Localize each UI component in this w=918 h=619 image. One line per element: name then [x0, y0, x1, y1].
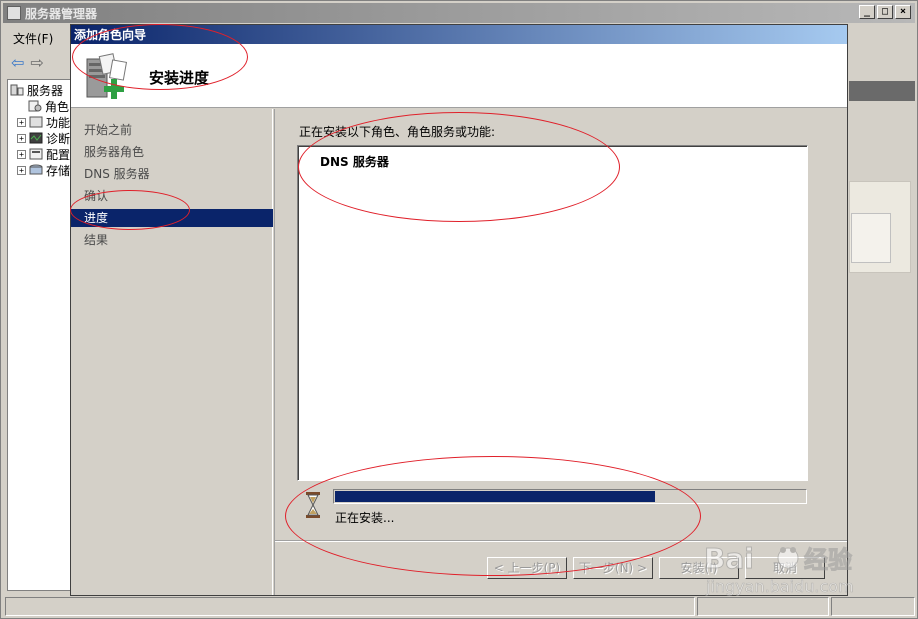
status-cell [5, 597, 695, 616]
forward-arrow-icon[interactable]: ⇨ [30, 55, 43, 71]
install-button[interactable]: 安装(I) [659, 557, 739, 579]
tree-label: 功能 [46, 115, 71, 130]
tree-label: 诊断 [46, 131, 71, 146]
status-cell [831, 597, 915, 616]
hourglass-icon [306, 492, 320, 518]
navigation-tree: 服务器 角色 + 功能 + 诊断 + 配置 + 存储 [7, 79, 73, 591]
tree-item-configuration[interactable]: + 配置 [17, 146, 72, 162]
wizard-step-confirmation[interactable]: 确认 [71, 187, 273, 205]
close-button[interactable]: × [895, 5, 911, 19]
button-row-divider [275, 540, 847, 542]
maximize-button[interactable]: □ [877, 5, 893, 19]
tree-item-roles[interactable]: 角色 [28, 98, 72, 114]
wizard-step-progress[interactable]: 进度 [71, 209, 273, 227]
next-button[interactable]: 下一步(N) > [573, 557, 653, 579]
tree-label: 服务器 [27, 83, 64, 98]
cancel-button[interactable]: 取消 [745, 557, 825, 579]
wizard-steps-pane: 开始之前 服务器角色 DNS 服务器 确认 进度 结果 [71, 109, 275, 595]
install-items-list[interactable]: DNS 服务器 [297, 145, 808, 481]
wizard-title: 添加角色向导 [74, 28, 147, 42]
wizard-step-server-roles[interactable]: 服务器角色 [71, 143, 273, 161]
expand-icon[interactable]: + [17, 133, 26, 143]
configuration-icon [29, 148, 43, 160]
install-status-text: 正在安装... [335, 511, 395, 525]
wizard-titlebar[interactable]: 添加角色向导 [71, 25, 847, 44]
wizard-step-before-you-begin[interactable]: 开始之前 [71, 121, 273, 139]
wizard-step-results[interactable]: 结果 [71, 231, 273, 249]
tree-item-server[interactable]: 服务器 [10, 82, 72, 98]
previous-button[interactable]: < 上一步(P) [487, 557, 567, 579]
tree-label: 存储 [46, 163, 71, 178]
tree-item-features[interactable]: + 功能 [17, 114, 72, 130]
diagnostics-icon [29, 132, 43, 144]
tree-item-storage[interactable]: + 存储 [17, 162, 72, 178]
page-title: 安装进度 [149, 69, 210, 87]
server-roles-icon [86, 53, 128, 99]
server-manager-titlebar[interactable]: 服务器管理器 _ □ × [3, 3, 915, 23]
tree-label: 配置 [46, 147, 71, 162]
expand-icon[interactable]: + [17, 117, 26, 127]
progress-fill [335, 491, 655, 502]
storage-icon [29, 164, 43, 175]
status-cell [697, 597, 829, 616]
minimize-button[interactable]: _ [859, 5, 875, 19]
toolbar: ⇦ ⇨ [7, 51, 77, 75]
server-tree-icon [10, 84, 24, 96]
expand-icon[interactable]: + [17, 165, 26, 175]
window-controls: _ □ × [859, 5, 911, 19]
features-icon [29, 116, 43, 128]
add-roles-wizard-dialog: 添加角色向导 安装进度 开始之前 服务器角色 DNS 服务器 确认 进度 结果 … [70, 24, 848, 596]
expand-icon[interactable]: + [17, 149, 26, 159]
install-progress-bar [333, 489, 807, 504]
menu-bar: 文件(F) [7, 28, 59, 48]
right-pane-inner-box [851, 213, 891, 263]
install-list-label: 正在安装以下角色、角色服务或功能: [299, 125, 496, 139]
tree-label: 角色 [45, 99, 70, 114]
list-item: DNS 服务器 [320, 155, 389, 169]
menu-file[interactable]: 文件(F) [7, 28, 59, 49]
server-manager-app-icon [7, 6, 21, 20]
back-arrow-icon[interactable]: ⇦ [11, 55, 24, 71]
wizard-header: 安装进度 [71, 44, 847, 108]
tree-item-diagnostics[interactable]: + 诊断 [17, 130, 72, 146]
roles-icon [28, 100, 42, 112]
wizard-step-dns-server[interactable]: DNS 服务器 [71, 165, 273, 183]
server-manager-title: 服务器管理器 [25, 6, 98, 21]
right-pane-header [849, 81, 915, 101]
status-bar [5, 597, 915, 616]
